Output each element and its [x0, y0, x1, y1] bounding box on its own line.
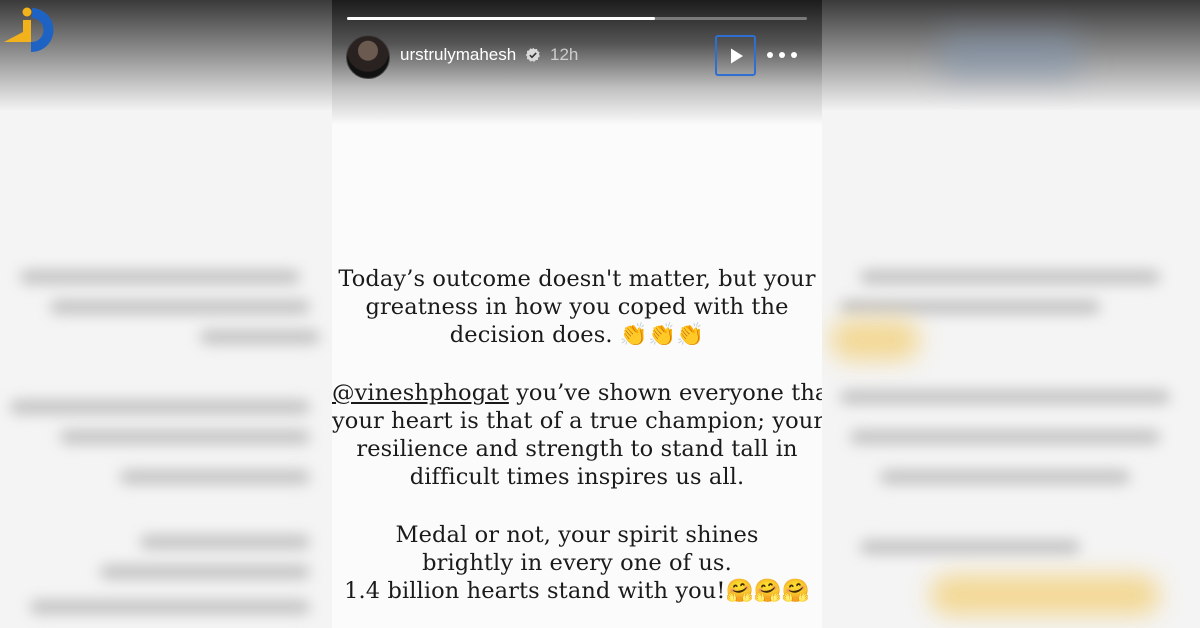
- story-text-line: Medal or not, your spirit shines: [395, 522, 759, 548]
- username[interactable]: urstrulymahesh: [400, 45, 516, 65]
- more-options-icon-dot: [779, 52, 785, 58]
- mention-link[interactable]: @vineshphogat: [332, 380, 509, 406]
- story-progress-fill: [347, 17, 656, 20]
- avatar[interactable]: [346, 35, 390, 79]
- story-progress-bar: [347, 17, 807, 20]
- story-text-line: difficult times inspires us all.: [409, 464, 745, 490]
- play-icon: [730, 48, 743, 63]
- story-text-line: Today’s outcome doesn't matter, but your: [338, 266, 816, 292]
- blurred-background-right: [820, 0, 1200, 628]
- blurred-background-left: [0, 0, 332, 628]
- story-paragraph-1: Today’s outcome doesn't matter, but your…: [332, 265, 822, 349]
- story-viewer[interactable]: urstrulymahesh 12h Today’s outcome doesn…: [332, 0, 822, 628]
- story-timestamp: 12h: [550, 45, 579, 64]
- verified-badge-icon: [525, 47, 541, 63]
- story-text-line: greatness in how you coped with the: [365, 294, 789, 320]
- site-logo-icon: [4, 2, 62, 60]
- story-paragraph-2: @vineshphogat you’ve shown everyone that…: [332, 379, 822, 491]
- story-paragraph-3: Medal or not, your spirit shines brightl…: [332, 521, 822, 605]
- more-options-button[interactable]: [767, 45, 797, 65]
- more-options-icon-dot: [791, 52, 797, 58]
- story-text-line: your heart is that of a true champion; y…: [332, 408, 822, 434]
- story-text-line: brightly in every one of us.: [422, 550, 732, 576]
- story-text-fragment: you’ve shown everyone that: [508, 380, 822, 406]
- story-text-line: decision does. 👏👏👏: [449, 322, 705, 348]
- more-options-icon-dot: [767, 52, 773, 58]
- story-text-line: 1.4 billion hearts stand with you!🤗🤗🤗: [344, 578, 810, 604]
- story-text-line: @vineshphogat you’ve shown everyone that: [332, 379, 822, 407]
- play-button[interactable]: [715, 35, 756, 76]
- story-text-line: resilience and strength to stand tall in: [356, 436, 798, 462]
